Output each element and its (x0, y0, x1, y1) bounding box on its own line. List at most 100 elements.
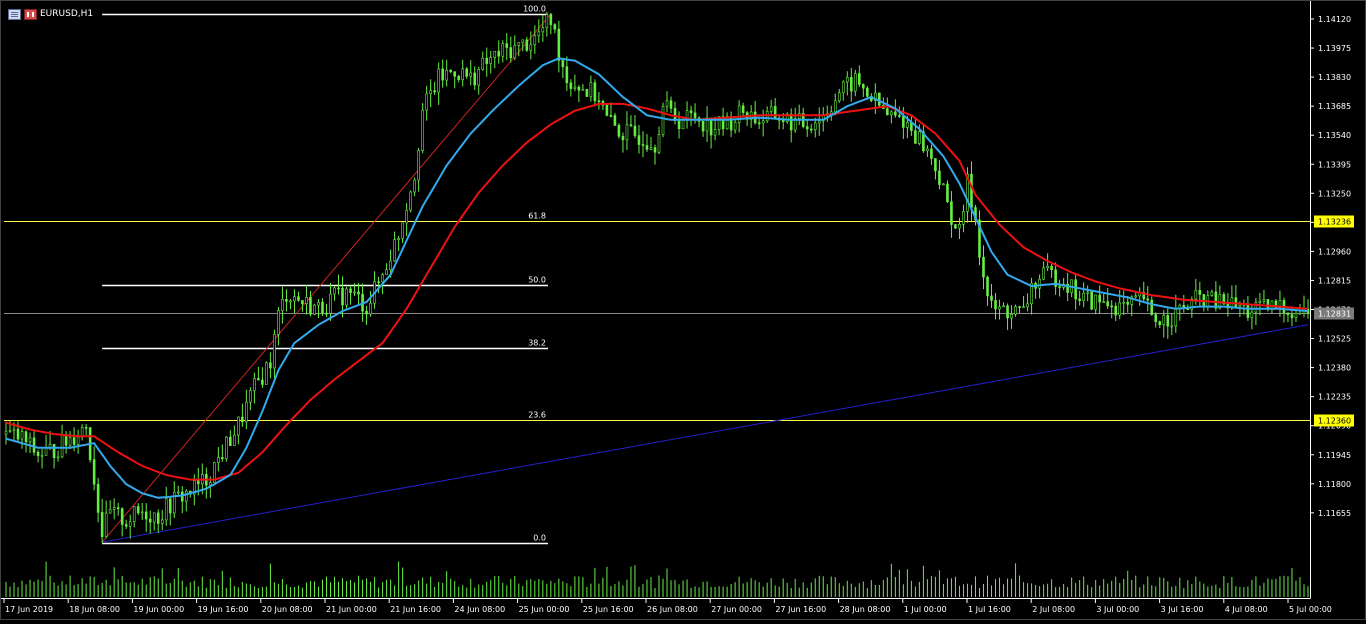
chart-title-bar: EURUSD,H1 (8, 7, 93, 21)
price-tick-label: 1.13540 (1318, 131, 1351, 140)
candle-body (1118, 302, 1122, 316)
candle-body (970, 173, 973, 208)
chart-window-icon[interactable] (8, 8, 21, 20)
candle-body (196, 480, 200, 485)
candle-body (317, 301, 320, 306)
candle-body (1026, 303, 1029, 308)
candle-body (301, 300, 304, 304)
candle-body (1106, 301, 1109, 307)
candle-body (409, 191, 412, 211)
candle-body (477, 69, 481, 86)
candle-body (950, 201, 953, 225)
candle-body (28, 437, 32, 443)
fib-level-label: 61.8 (528, 212, 546, 221)
candle-body (241, 416, 244, 423)
candle-body (261, 379, 264, 385)
candle-body (553, 24, 557, 30)
candle-body (982, 257, 985, 278)
restore-window-icon[interactable] (24, 8, 37, 20)
candle-body (8, 430, 12, 432)
candle-body (273, 334, 276, 369)
candle-body (128, 521, 132, 527)
candle-body (120, 508, 124, 525)
candle-body (4, 430, 8, 435)
candle-body (469, 72, 473, 77)
candle-body (1174, 307, 1178, 327)
fib-61-price-badge: 1.13236 (1314, 215, 1354, 228)
time-tick-label: 28 Jun 08:00 (840, 605, 891, 614)
candle-body (565, 66, 569, 84)
candle-body (537, 31, 541, 36)
candle-body (333, 287, 336, 295)
candle-body (100, 512, 104, 537)
fib-level-label: 100.0 (523, 5, 546, 14)
candle-body (481, 57, 485, 70)
candle-body (665, 100, 669, 107)
candle-body (633, 125, 637, 136)
candle-body (265, 362, 268, 385)
candle-body (305, 296, 308, 304)
candle-body (561, 60, 565, 68)
candle-body (954, 224, 957, 229)
time-tick-label: 20 Jun 08:00 (262, 605, 313, 614)
candle-body (545, 14, 549, 28)
fibo-trendline (101, 13, 552, 543)
candle-body (112, 507, 116, 510)
candle-body (613, 115, 617, 126)
candle-body (998, 306, 1001, 310)
chart-frame (0, 0, 1366, 620)
candle-body (521, 39, 525, 43)
candle-body (741, 105, 745, 113)
time-tick-label: 18 Jun 08:00 (69, 605, 120, 614)
candle-body (104, 512, 108, 537)
time-tick-label: 19 Jun 00:00 (133, 605, 184, 614)
candle-body (1102, 301, 1105, 303)
candle-body (649, 147, 653, 150)
candle-body (845, 77, 849, 83)
fast-ma-line (5, 57, 1309, 499)
support-trendline (102, 324, 1309, 543)
candle-body (253, 378, 256, 391)
candle-body (789, 113, 793, 131)
candle-body (501, 43, 505, 57)
candle-body (625, 124, 629, 141)
candle-body (1126, 301, 1130, 305)
candle-body (854, 73, 857, 92)
candle-body (329, 293, 332, 314)
candle-body (405, 209, 408, 224)
candle-body (277, 310, 280, 335)
time-tick-label: 2 Jul 08:00 (1032, 605, 1075, 614)
candle-body (1110, 305, 1113, 308)
candle-body (1186, 308, 1190, 311)
candle-body (1002, 305, 1005, 308)
time-tick-label: 26 Jun 08:00 (647, 605, 698, 614)
candle-body (96, 483, 100, 513)
candle-body (217, 457, 220, 463)
candle-body (661, 105, 665, 135)
candle-body (689, 110, 693, 114)
candle-body (557, 28, 561, 61)
candle-body (289, 300, 292, 303)
candle-body (930, 148, 933, 159)
axes: 1.14120 1.13975 1.13830 1.13685 1.13540 1.133… (0, 0, 1366, 620)
candle-body (1074, 279, 1077, 300)
volume-histogram (5, 561, 1309, 597)
candle-body (1082, 292, 1085, 301)
candle-body (453, 71, 456, 77)
candle-body (421, 109, 424, 151)
candle-body (184, 490, 188, 502)
candle-body (605, 104, 609, 116)
candle-body (809, 128, 813, 131)
candle-body (1158, 321, 1162, 326)
candle-body (533, 35, 537, 46)
candle-body (673, 108, 677, 121)
candle-body (541, 27, 545, 33)
time-tick-label: 25 Jun 16:00 (583, 605, 634, 614)
chart-window[interactable]: 100.0 61.8 50.0 38.2 23.6 0.0 1.14120 1.13975 1… (0, 0, 1366, 620)
candle-body (645, 145, 649, 150)
candle-body (485, 57, 489, 64)
candle-body (669, 100, 673, 109)
candle-body (886, 108, 889, 116)
price-chart[interactable]: 100.061.850.038.223.60.0 1.141201.139751… (0, 0, 1366, 620)
candle-body (641, 144, 645, 146)
